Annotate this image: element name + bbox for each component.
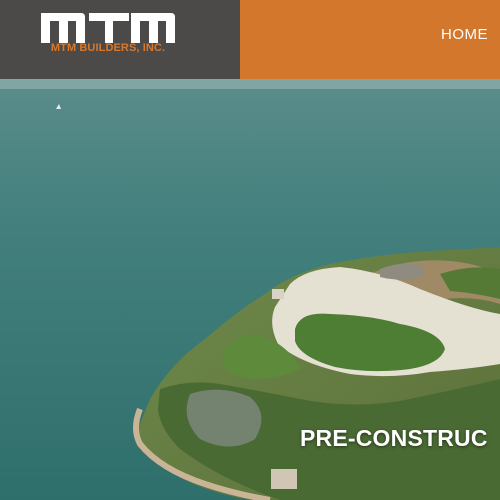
site-header: MTM BUILDERS, INC. HOME: [0, 0, 500, 79]
hero-image: PRE-CONSTRUC: [0, 79, 500, 500]
company-name: MTM BUILDERS, INC.: [50, 42, 166, 54]
nav-bar: HOME: [240, 0, 500, 79]
nav-home-link[interactable]: HOME: [441, 26, 488, 43]
hero-caption: PRE-CONSTRUC: [300, 425, 488, 451]
logo-mark-icon: [41, 13, 175, 43]
logo[interactable]: MTM BUILDERS, INC.: [0, 0, 240, 79]
